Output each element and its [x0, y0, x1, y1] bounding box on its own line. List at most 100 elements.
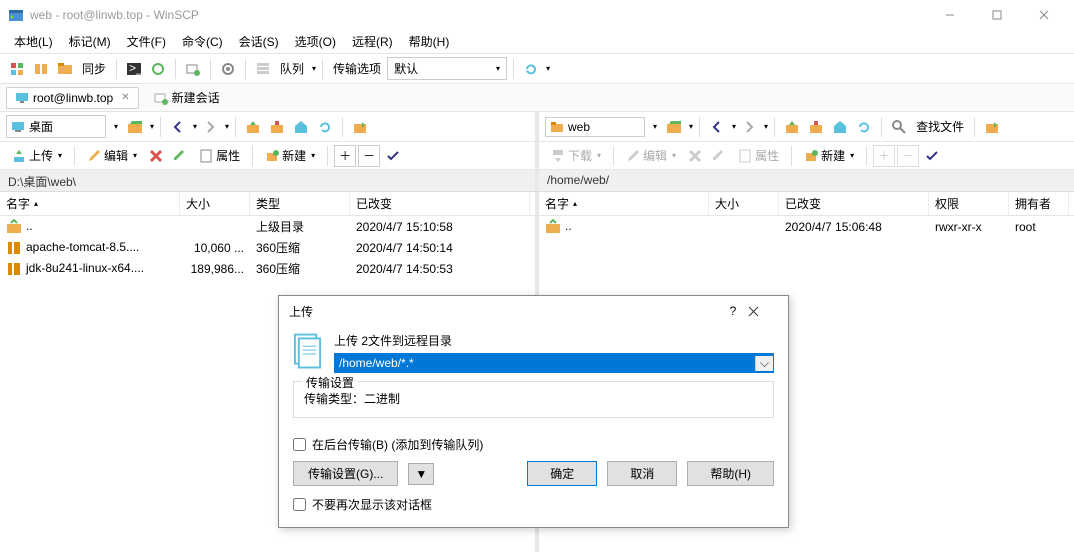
- remote-drive-combo[interactable]: web: [545, 117, 645, 137]
- new-button[interactable]: 新建▾: [259, 145, 321, 166]
- check-icon[interactable]: [921, 145, 943, 167]
- sync-browse-icon[interactable]: [54, 58, 76, 80]
- edit-button[interactable]: 编辑▾: [81, 145, 143, 166]
- menu-help[interactable]: 帮助(H): [401, 31, 458, 52]
- home-icon[interactable]: [290, 116, 312, 138]
- open-folder-icon[interactable]: [124, 116, 146, 138]
- properties-button[interactable]: 属性: [193, 145, 246, 166]
- close-icon[interactable]: ✕: [121, 92, 129, 103]
- remote-path[interactable]: /home/web/: [539, 170, 1074, 191]
- ok-button[interactable]: 确定: [527, 461, 597, 486]
- home-icon[interactable]: [829, 116, 851, 138]
- col-changed[interactable]: 已改变: [350, 192, 530, 215]
- list-item[interactable]: .. 2020/4/7 15:06:48 rwxr-xr-x root: [539, 216, 1074, 237]
- gear-icon[interactable]: [217, 58, 239, 80]
- transfer-settings-dropdown[interactable]: ▼: [408, 463, 434, 485]
- session-tab-active[interactable]: root@linwb.top ✕: [6, 87, 139, 109]
- chevron-down-icon[interactable]: ▾: [764, 122, 768, 131]
- refresh-icon[interactable]: [314, 116, 336, 138]
- dialog-help-button[interactable]: ?: [718, 304, 748, 318]
- sync-icon[interactable]: [147, 58, 169, 80]
- queue-icon[interactable]: [252, 58, 274, 80]
- background-transfer-checkbox[interactable]: 在后台传输(B) (添加到传输队列): [293, 436, 774, 453]
- local-drive-combo[interactable]: 桌面: [6, 115, 106, 138]
- toolbar-icon-1[interactable]: [6, 58, 28, 80]
- remote-file-list[interactable]: .. 2020/4/7 15:06:48 rwxr-xr-x root: [539, 216, 1074, 237]
- help-button[interactable]: 帮助(H): [687, 461, 774, 486]
- col-owner[interactable]: 拥有者: [1009, 192, 1069, 215]
- new-button[interactable]: 新建▾: [798, 145, 860, 166]
- parent-dir-icon[interactable]: [242, 116, 264, 138]
- edit-button[interactable]: 编辑▾: [620, 145, 682, 166]
- checkbox-input[interactable]: [293, 438, 306, 451]
- col-size[interactable]: 大小: [180, 192, 250, 215]
- menu-session[interactable]: 会话(S): [231, 31, 287, 52]
- bookmark-icon[interactable]: [981, 116, 1003, 138]
- col-changed[interactable]: 已改变: [779, 192, 929, 215]
- bookmark-icon[interactable]: [349, 116, 371, 138]
- chevron-down-icon[interactable]: ▾: [110, 118, 122, 135]
- local-file-list[interactable]: .. 上级目录 2020/4/7 15:10:58 apache-tomcat-…: [0, 216, 535, 279]
- close-button[interactable]: [1021, 1, 1066, 29]
- upload-button[interactable]: 上传▾: [6, 145, 68, 166]
- check-icon[interactable]: [382, 145, 404, 167]
- rename-icon[interactable]: [169, 145, 191, 167]
- delete-icon[interactable]: [145, 145, 167, 167]
- transfer-preset-combo[interactable]: 默认 ▾: [387, 57, 507, 80]
- parent-dir-icon[interactable]: [781, 116, 803, 138]
- dont-show-again-checkbox[interactable]: 不要再次显示该对话框: [293, 496, 774, 513]
- refresh-icon[interactable]: [853, 116, 875, 138]
- col-type[interactable]: 类型: [250, 192, 350, 215]
- root-dir-icon[interactable]: [266, 116, 288, 138]
- forward-icon[interactable]: [738, 116, 760, 138]
- chevron-down-icon[interactable]: ▾: [312, 64, 316, 73]
- list-item[interactable]: apache-tomcat-8.5.... 10,060 ... 360压缩 2…: [0, 237, 535, 258]
- list-item[interactable]: jdk-8u241-linux-x64.... 189,986... 360压缩…: [0, 258, 535, 279]
- find-files-label[interactable]: 查找文件: [912, 118, 968, 135]
- minus-icon[interactable]: －: [358, 145, 380, 167]
- back-icon[interactable]: [706, 116, 728, 138]
- local-path[interactable]: D:\桌面\web\: [0, 170, 539, 191]
- new-session-tab[interactable]: 新建会话: [145, 85, 229, 110]
- list-item[interactable]: .. 上级目录 2020/4/7 15:10:58: [0, 216, 535, 237]
- cancel-button[interactable]: 取消: [607, 461, 677, 486]
- chevron-down-icon[interactable]: ▾: [732, 122, 736, 131]
- open-folder-icon[interactable]: [663, 116, 685, 138]
- queue-label[interactable]: 队列: [276, 60, 308, 77]
- chevron-down-icon[interactable]: ▾: [649, 118, 661, 135]
- forward-icon[interactable]: [199, 116, 221, 138]
- menu-mark[interactable]: 标记(M): [61, 31, 119, 52]
- maximize-button[interactable]: [974, 1, 1019, 29]
- transfer-settings-button[interactable]: 传输设置(G)...: [293, 461, 398, 486]
- col-perm[interactable]: 权限: [929, 192, 1009, 215]
- menu-options[interactable]: 选项(O): [287, 31, 344, 52]
- menu-command[interactable]: 命令(C): [174, 31, 231, 52]
- chevron-down-icon[interactable]: ▾: [689, 122, 693, 131]
- minimize-button[interactable]: [927, 1, 972, 29]
- back-icon[interactable]: [167, 116, 189, 138]
- new-session-icon[interactable]: [182, 58, 204, 80]
- download-button[interactable]: 下载▾: [545, 145, 607, 166]
- properties-button[interactable]: 属性: [732, 145, 785, 166]
- col-name[interactable]: 名字▴: [539, 192, 709, 215]
- refresh-icon[interactable]: [520, 58, 542, 80]
- chevron-down-icon[interactable]: ▾: [150, 122, 154, 131]
- chevron-down-icon[interactable]: ▾: [546, 64, 550, 73]
- sync-label[interactable]: 同步: [78, 60, 110, 77]
- col-name[interactable]: 名字▴: [0, 192, 180, 215]
- chevron-down-icon[interactable]: ▾: [193, 122, 197, 131]
- chevron-down-icon[interactable]: ▾: [225, 122, 229, 131]
- menu-file[interactable]: 文件(F): [119, 31, 174, 52]
- root-dir-icon[interactable]: [805, 116, 827, 138]
- chevron-down-icon[interactable]: ⌵: [755, 356, 773, 371]
- compare-icon[interactable]: [30, 58, 52, 80]
- checkbox-input[interactable]: [293, 498, 306, 511]
- plus-icon[interactable]: ＋: [334, 145, 356, 167]
- remote-path-input[interactable]: /home/web/*.* ⌵: [334, 353, 774, 373]
- menu-local[interactable]: 本地(L): [6, 31, 61, 52]
- find-icon[interactable]: [888, 116, 910, 138]
- menu-remote[interactable]: 远程(R): [344, 31, 401, 52]
- dialog-close-button[interactable]: [748, 306, 778, 317]
- col-size[interactable]: 大小: [709, 192, 779, 215]
- terminal-icon[interactable]: >_: [123, 58, 145, 80]
